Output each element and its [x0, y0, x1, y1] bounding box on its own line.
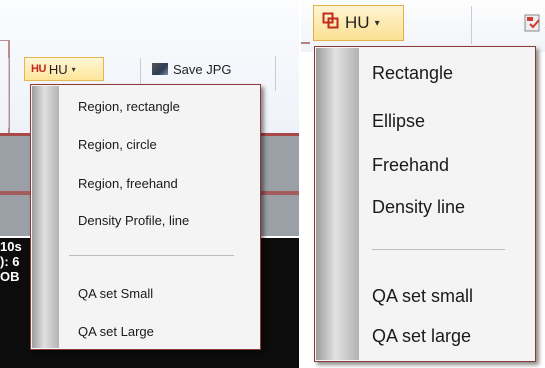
- left-panel: HU HU ▾ Save JPG 10s ): 6 OB Region, rec…: [0, 0, 300, 368]
- right-panel: HU ▾ S Rectangle Ellipse Freehand Densit…: [300, 0, 545, 368]
- chevron-down-icon: ▾: [71, 64, 76, 74]
- toolbar-separator: [8, 58, 9, 128]
- save-image-icon: [524, 14, 540, 37]
- menu-item-qa-set-large[interactable]: QA set large: [372, 326, 471, 347]
- menu-item-region-circle[interactable]: Region, circle: [78, 137, 157, 152]
- hu-dropdown-menu: Region, rectangle Region, circle Region,…: [30, 84, 261, 350]
- menu-item-region-rectangle[interactable]: Region, rectangle: [78, 99, 180, 114]
- toolbar-edge: [300, 42, 310, 44]
- menu-item-rectangle[interactable]: Rectangle: [372, 63, 453, 84]
- menu-icon-gutter: [316, 48, 359, 360]
- menu-item-ellipse[interactable]: Ellipse: [372, 111, 425, 132]
- menu-separator: [372, 249, 505, 250]
- overlay-text: ): 6: [0, 254, 20, 269]
- hu-dropdown-menu: Rectangle Ellipse Freehand Density line …: [314, 46, 536, 362]
- overlay-text: OB: [0, 269, 20, 284]
- hu-dropdown-button[interactable]: HU ▾: [313, 5, 404, 41]
- menu-item-region-freehand[interactable]: Region, freehand: [78, 176, 178, 191]
- toolbar-separator: [275, 56, 276, 91]
- hu-icon: HU: [31, 63, 46, 75]
- save-jpg-label: Save JPG: [173, 61, 232, 77]
- overlay-text: 10s: [0, 239, 22, 254]
- hu-icon: [322, 12, 340, 35]
- chevron-down-icon: ▾: [374, 17, 380, 29]
- panel-divider: [299, 0, 301, 368]
- image-icon: [152, 63, 168, 75]
- menu-item-qa-set-small[interactable]: QA set Small: [78, 286, 153, 301]
- menu-item-qa-set-large[interactable]: QA set Large: [78, 324, 154, 339]
- toolbar-separator: [471, 6, 472, 44]
- hu-dropdown-button[interactable]: HU HU ▾: [24, 57, 104, 81]
- hu-button-label: HU: [345, 13, 370, 32]
- menu-item-qa-set-small[interactable]: QA set small: [372, 286, 473, 307]
- menu-item-density-profile-line[interactable]: Density Profile, line: [78, 213, 189, 228]
- save-jpg-button[interactable]: Save JPG: [152, 58, 232, 80]
- menu-separator: [69, 255, 234, 256]
- menu-item-density-line[interactable]: Density line: [372, 197, 465, 218]
- menu-icon-gutter: [32, 86, 59, 348]
- hu-button-label: HU: [48, 61, 68, 77]
- menu-item-freehand[interactable]: Freehand: [372, 155, 449, 176]
- save-button[interactable]: S: [524, 14, 545, 37]
